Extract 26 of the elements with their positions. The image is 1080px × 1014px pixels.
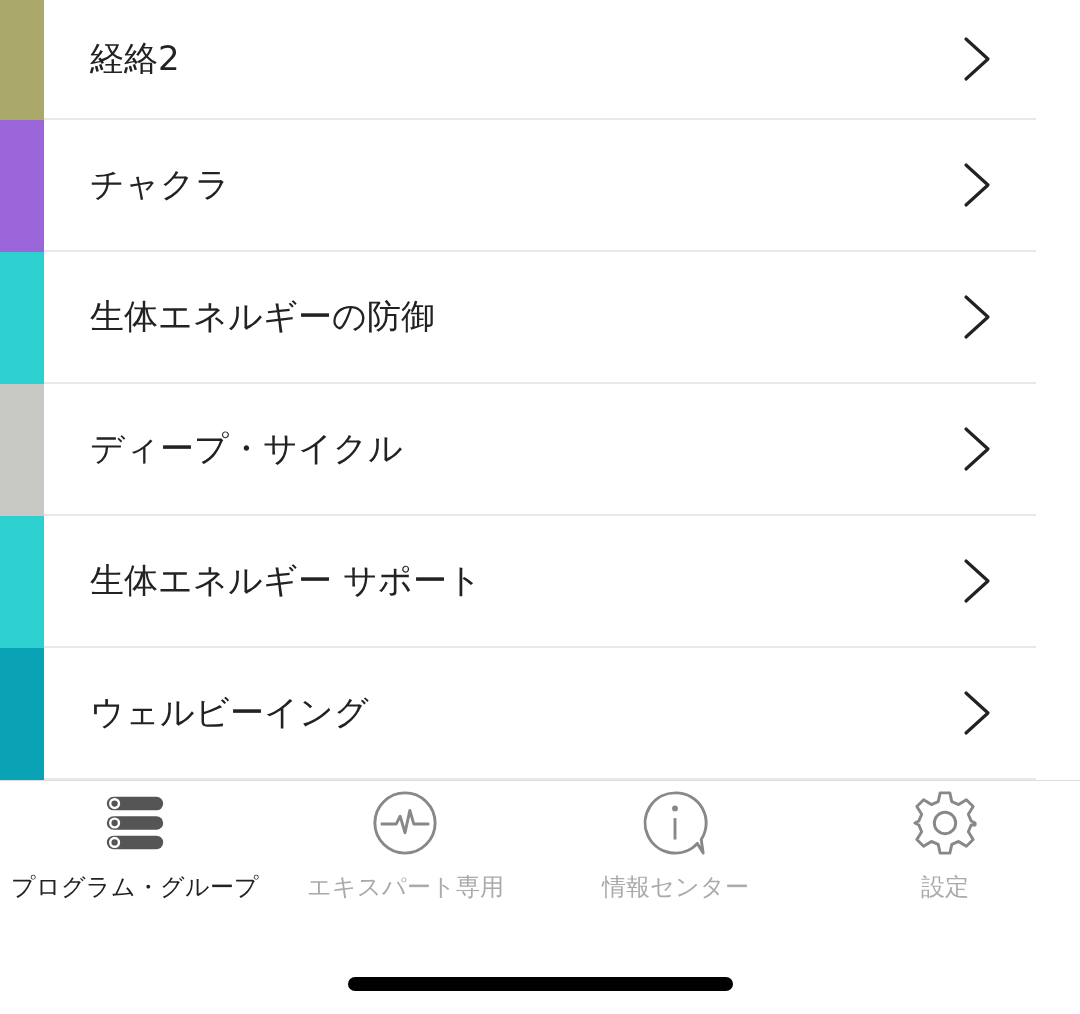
group-label: 生体エネルギー サポート	[90, 559, 482, 602]
chevron-icon	[962, 690, 992, 736]
group-label: ディープ・サイクル	[90, 427, 403, 470]
group-row[interactable]: 生体エネルギーの防御	[0, 252, 1080, 384]
chevron-icon	[962, 162, 992, 208]
group-row[interactable]: ディープ・サイクル	[0, 384, 1080, 516]
tab-label: 情報センター	[601, 872, 749, 903]
group-row[interactable]: ウェルビーイング	[0, 648, 1080, 780]
group-label: 生体エネルギーの防御	[90, 295, 435, 338]
chevron-icon	[962, 426, 992, 472]
pulse-icon	[371, 789, 439, 857]
tab-label: プログラム・グループ	[11, 872, 259, 903]
group-row[interactable]: チャクラ	[0, 120, 1080, 252]
tab-label: 設定	[921, 872, 969, 903]
settings-icon	[911, 789, 979, 857]
chevron-icon	[962, 294, 992, 340]
group-row[interactable]: 生体エネルギー サポート	[0, 516, 1080, 648]
group-label: ウェルビーイング	[90, 691, 369, 734]
tab[interactable]: プログラム・グループ	[0, 781, 270, 931]
chevron-icon	[962, 558, 992, 604]
tab-label: エキスパート専用	[306, 872, 504, 903]
chevron-icon	[962, 36, 992, 82]
group-label: 経絡2	[90, 37, 180, 80]
group-row[interactable]: 経絡2	[0, 0, 1080, 120]
info-icon	[641, 789, 709, 857]
group-label: チャクラ	[90, 163, 230, 206]
